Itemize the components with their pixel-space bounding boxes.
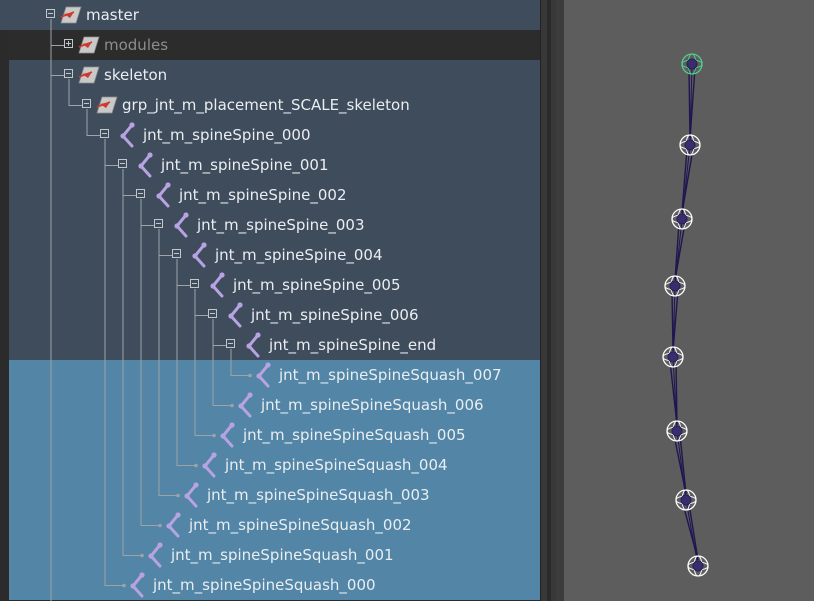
outliner-panel[interactable]: master modules skeleton grp_jnt_m_placement… (0, 0, 540, 601)
outliner-item-label[interactable]: jnt_m_spineSpine_000 (143, 120, 310, 150)
viewport-3d[interactable] (556, 0, 814, 601)
outliner-row[interactable]: jnt_m_spineSpine_004 (0, 240, 540, 270)
outliner-row[interactable]: grp_jnt_m_placement_SCALE_skeleton (0, 90, 540, 120)
outliner-item-label[interactable]: jnt_m_spineSpineSquash_005 (243, 420, 466, 450)
transform-icon (78, 65, 100, 85)
transform-icon (96, 95, 118, 115)
outliner-tree: master modules skeleton grp_jnt_m_placement… (0, 0, 540, 601)
collapse-toggle-icon[interactable] (154, 219, 163, 228)
collapse-toggle-icon[interactable] (190, 279, 199, 288)
joint-icon (171, 212, 193, 238)
splitter-handle[interactable] (547, 0, 551, 601)
joint-icon (199, 452, 221, 478)
outliner-item-label[interactable]: jnt_m_spineSpine_001 (161, 150, 328, 180)
outliner-item-label[interactable]: jnt_m_spineSpineSquash_000 (153, 570, 376, 600)
outliner-row[interactable]: jnt_m_spineSpineSquash_001 (0, 540, 540, 570)
outliner-item-label[interactable]: jnt_m_spineSpine_006 (251, 300, 418, 330)
outliner-item-label[interactable]: jnt_m_spineSpine_002 (179, 180, 346, 210)
expand-toggle-icon[interactable] (64, 39, 73, 48)
collapse-toggle-icon[interactable] (100, 129, 109, 138)
transform-icon (78, 35, 100, 55)
outliner-item-label[interactable]: jnt_m_spineSpineSquash_007 (279, 360, 502, 390)
outliner-row[interactable]: jnt_m_spineSpine_end (0, 330, 540, 360)
outliner-row[interactable]: jnt_m_spineSpineSquash_003 (0, 480, 540, 510)
outliner-item-label[interactable]: skeleton (104, 60, 167, 90)
panel-splitter[interactable] (540, 0, 557, 601)
outliner-row[interactable]: jnt_m_spineSpine_005 (0, 270, 540, 300)
outliner-row[interactable]: jnt_m_spineSpine_003 (0, 210, 540, 240)
collapse-toggle-icon[interactable] (172, 249, 181, 258)
outliner-row[interactable]: jnt_m_spineSpine_001 (0, 150, 540, 180)
outliner-item-label[interactable]: master (86, 0, 139, 30)
joint-icon (135, 152, 157, 178)
outliner-row[interactable]: jnt_m_spineSpineSquash_005 (0, 420, 540, 450)
outliner-item-label[interactable]: jnt_m_spineSpine_end (269, 330, 436, 360)
outliner-item-label[interactable]: jnt_m_spineSpineSquash_001 (171, 540, 394, 570)
collapse-toggle-icon[interactable] (118, 159, 127, 168)
collapse-toggle-icon[interactable] (46, 9, 55, 18)
joint-icon (189, 242, 211, 268)
collapse-toggle-icon[interactable] (64, 69, 73, 78)
collapse-toggle-icon[interactable] (82, 99, 91, 108)
joint-icon (153, 182, 175, 208)
outliner-row[interactable]: jnt_m_spineSpine_000 (0, 120, 540, 150)
joint-icon (217, 422, 239, 448)
outliner-item-label[interactable]: jnt_m_spineSpineSquash_004 (225, 450, 448, 480)
transform-icon (60, 5, 82, 25)
joint-icon (253, 362, 275, 388)
joint-icon (181, 482, 203, 508)
outliner-row[interactable]: jnt_m_spineSpineSquash_004 (0, 450, 540, 480)
outliner-row[interactable]: jnt_m_spineSpine_006 (0, 300, 540, 330)
outliner-item-label[interactable]: modules (104, 30, 168, 60)
joint-icon (207, 272, 229, 298)
joint-icon (163, 512, 185, 538)
outliner-item-label[interactable]: jnt_m_spineSpineSquash_006 (261, 390, 484, 420)
outliner-row[interactable]: modules (0, 30, 540, 60)
outliner-item-label[interactable]: jnt_m_spineSpineSquash_003 (207, 480, 430, 510)
outliner-row[interactable]: jnt_m_spineSpineSquash_006 (0, 390, 540, 420)
collapse-toggle-icon[interactable] (226, 339, 235, 348)
joint-icon (225, 302, 247, 328)
outliner-item-label[interactable]: grp_jnt_m_placement_SCALE_skeleton (122, 90, 410, 120)
joint-icon (243, 332, 265, 358)
joint-icon (145, 542, 167, 568)
outliner-item-label[interactable]: jnt_m_spineSpineSquash_002 (189, 510, 412, 540)
joint-icon (127, 572, 149, 598)
collapse-toggle-icon[interactable] (136, 189, 145, 198)
joint-icon (117, 122, 139, 148)
joint-icon (235, 392, 257, 418)
outliner-item-label[interactable]: jnt_m_spineSpine_005 (233, 270, 400, 300)
outliner-item-label[interactable]: jnt_m_spineSpine_004 (215, 240, 382, 270)
outliner-row[interactable]: master (0, 0, 540, 30)
outliner-row[interactable]: jnt_m_spineSpineSquash_000 (0, 570, 540, 600)
outliner-item-label[interactable]: jnt_m_spineSpine_003 (197, 210, 364, 240)
outliner-row[interactable]: jnt_m_spineSpineSquash_007 (0, 360, 540, 390)
outliner-row[interactable]: jnt_m_spineSpineSquash_002 (0, 510, 540, 540)
collapse-toggle-icon[interactable] (208, 309, 217, 318)
joint-chain (662, 53, 709, 577)
outliner-row[interactable]: jnt_m_spineSpine_002 (0, 180, 540, 210)
outliner-row[interactable]: skeleton (0, 60, 540, 90)
